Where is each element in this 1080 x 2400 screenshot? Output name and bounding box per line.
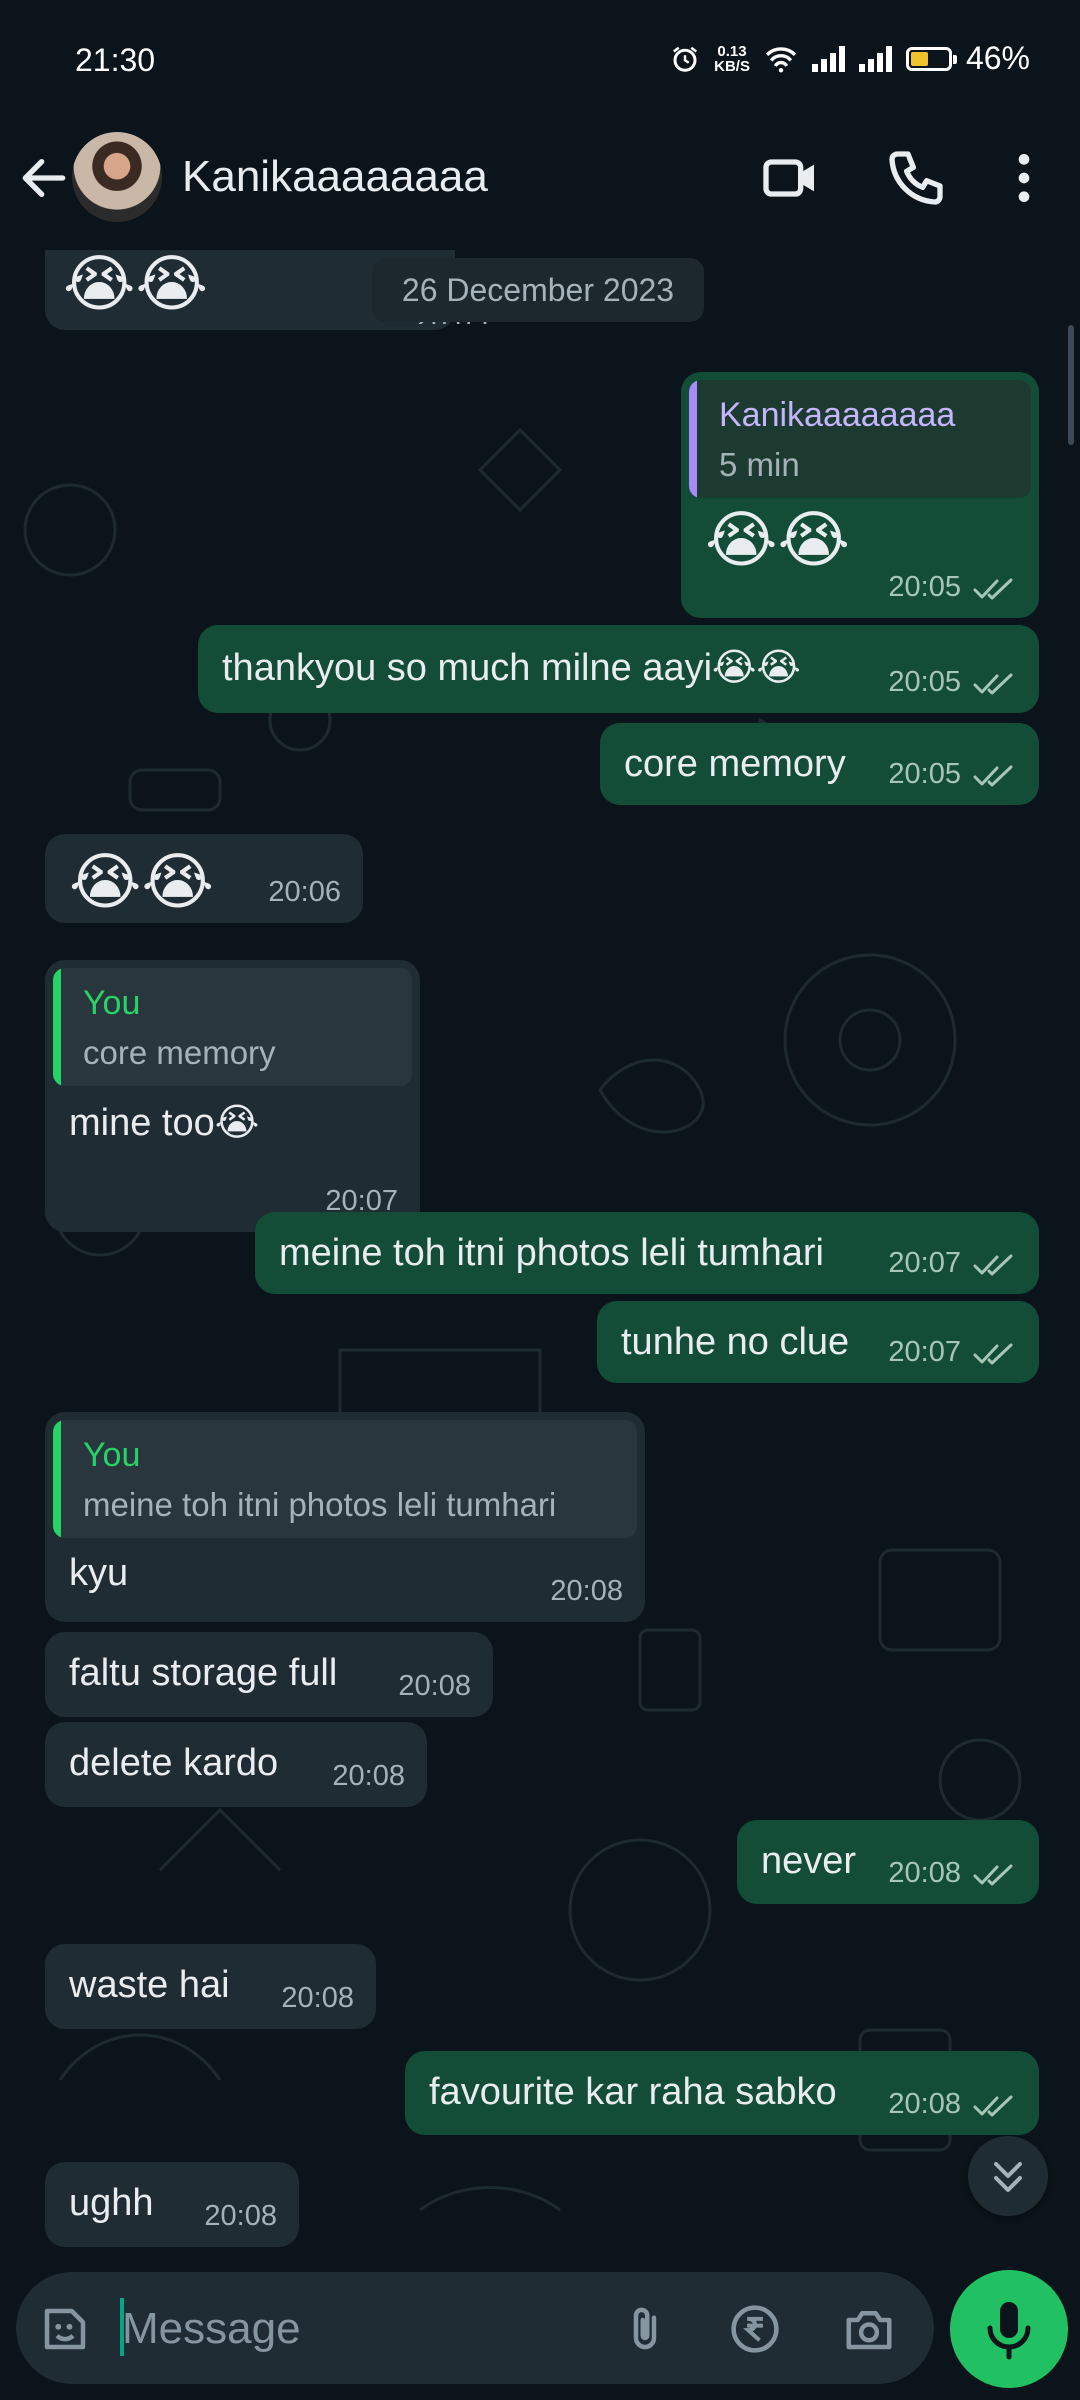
status-icons: 0.13 KB/S 46% <box>670 40 1030 77</box>
message-emoji: 😭😭 <box>63 250 208 319</box>
camera-icon[interactable] <box>842 2302 896 2356</box>
scroll-to-bottom-button[interactable] <box>968 2136 1048 2216</box>
quote-bar <box>53 968 61 1086</box>
message-text: mine too😭 <box>69 1102 260 1144</box>
status-bar: 21:30 0.13 KB/S 46% <box>0 0 1080 120</box>
message-text: waste hai <box>69 1964 230 2006</box>
battery-icon <box>905 46 957 71</box>
date-chip: 26 December 2023 <box>372 258 704 322</box>
voice-call-icon[interactable] <box>884 146 948 210</box>
quote-text: meine toh itni photos leli tumhari <box>83 1486 557 1523</box>
attach-icon[interactable] <box>618 2302 672 2356</box>
contact-name[interactable]: Kanikaaaaaaaa <box>182 152 488 202</box>
message-time: 20:05 <box>888 666 961 698</box>
message-time: 20:08 <box>888 1857 961 1889</box>
message-input[interactable]: Message <box>122 2304 301 2354</box>
double-check-icon <box>973 1341 1017 1367</box>
incoming-message-bubble[interactable]: 😭😭 20:06 <box>45 834 363 923</box>
message-time: 20:08 <box>550 1575 623 1607</box>
message-text: never <box>761 1840 857 1882</box>
outgoing-message-bubble[interactable]: favourite kar raha sabko 20:08 <box>405 2051 1039 2135</box>
message-text: ughh <box>69 2182 154 2224</box>
message-text: faltu storage full <box>69 1652 338 1694</box>
message-time: 20:05 <box>888 571 961 603</box>
double-check-icon <box>973 671 1017 697</box>
chat-header: Kanikaaaaaaaa <box>0 120 1080 251</box>
video-call-icon[interactable] <box>758 146 822 210</box>
outgoing-message-bubble[interactable]: never 20:08 <box>737 1820 1039 1904</box>
quote-author: You <box>83 1436 141 1474</box>
message-text: delete kardo <box>69 1742 279 1784</box>
message-time: 20:08 <box>281 1982 354 2014</box>
double-check-icon <box>973 763 1017 789</box>
quote-text: 5 min <box>719 446 800 483</box>
outgoing-message-bubble[interactable]: thankyou so much milne aayi😭😭 20:05 <box>198 625 1039 713</box>
signal-icon-2 <box>858 45 892 72</box>
message-text: thankyou so much milne aayi😭😭 <box>222 647 801 689</box>
incoming-message-bubble[interactable]: ughh 20:08 <box>45 2162 299 2247</box>
quote-author: Kanikaaaaaaaa <box>719 396 956 434</box>
alarm-icon <box>673 46 698 72</box>
message-text: core memory <box>624 743 846 785</box>
message-time: 20:07 <box>888 1336 961 1368</box>
avatar[interactable] <box>72 132 162 222</box>
network-speed: 0.13 KB/S <box>714 42 750 75</box>
message-text: meine toh itni photos leli tumhari <box>279 1232 824 1274</box>
message-time: 20:08 <box>398 1670 471 1702</box>
quote-author: You <box>83 984 141 1022</box>
message-time: 20:07 <box>888 1247 961 1279</box>
outgoing-message-bubble[interactable]: tunhe no clue 20:07 <box>597 1301 1039 1383</box>
incoming-message-bubble[interactable]: delete kardo 20:08 <box>45 1722 427 1807</box>
message-composer[interactable]: Message <box>16 2272 934 2384</box>
incoming-message-bubble[interactable]: You core memory mine too😭 20:07 <box>45 960 420 1232</box>
wifi-icon <box>765 46 797 72</box>
message-text: tunhe no clue <box>621 1321 850 1363</box>
outgoing-message-bubble[interactable]: meine toh itni photos leli tumhari 20:07 <box>255 1212 1039 1294</box>
double-check-icon <box>973 1252 1017 1278</box>
message-text: favourite kar raha sabko <box>429 2071 837 2113</box>
message-time: 20:08 <box>332 1760 405 1792</box>
chat-area[interactable]: 😭😭20:05Kanikaaaaaaaa5 min😭😭20:05thankyou… <box>0 250 1080 2280</box>
outgoing-message-bubble[interactable]: Kanikaaaaaaaa 5 min 😭😭 20:05 <box>681 372 1039 618</box>
rupee-icon[interactable] <box>728 2302 782 2356</box>
incoming-message-bubble[interactable]: You meine toh itni photos leli tumhari kyu… <box>45 1412 645 1622</box>
message-time: 20:05 <box>888 758 961 790</box>
quote-text: core memory <box>83 1034 276 1071</box>
chevron-double-down-icon <box>994 2162 1022 2192</box>
incoming-message-bubble[interactable]: faltu storage full 20:08 <box>45 1632 493 1717</box>
back-arrow-icon[interactable] <box>16 150 72 206</box>
battery-percent: 46% <box>965 40 1030 76</box>
double-check-icon <box>973 576 1017 602</box>
quote-bar <box>689 380 697 498</box>
quoted-message[interactable]: Kanikaaaaaaaa 5 min <box>689 380 1031 498</box>
outgoing-message-bubble[interactable]: core memory 20:05 <box>600 723 1039 805</box>
voice-message-button[interactable] <box>950 2270 1068 2388</box>
double-check-icon <box>973 1862 1017 1888</box>
signal-icon-1 <box>811 45 845 72</box>
sticker-icon[interactable] <box>38 2302 92 2356</box>
mic-icon <box>987 2302 1031 2360</box>
message-time: 20:08 <box>204 2200 277 2232</box>
quoted-message[interactable]: You core memory <box>53 968 412 1086</box>
status-time: 21:30 <box>75 42 156 78</box>
more-vert-icon[interactable] <box>992 146 1056 210</box>
message-emoji: 😭😭 <box>69 848 214 917</box>
quoted-message[interactable]: You meine toh itni photos leli tumhari <box>53 1420 637 1538</box>
message-time: 20:06 <box>268 876 341 908</box>
message-text: kyu <box>69 1552 129 1594</box>
double-check-icon <box>973 2093 1017 2119</box>
message-time: 20:08 <box>888 2088 961 2120</box>
message-emoji: 😭😭 <box>705 506 850 575</box>
quote-bar <box>53 1420 61 1538</box>
scrollbar[interactable] <box>1068 325 1074 445</box>
incoming-message-bubble[interactable]: waste hai 20:08 <box>45 1944 376 2029</box>
